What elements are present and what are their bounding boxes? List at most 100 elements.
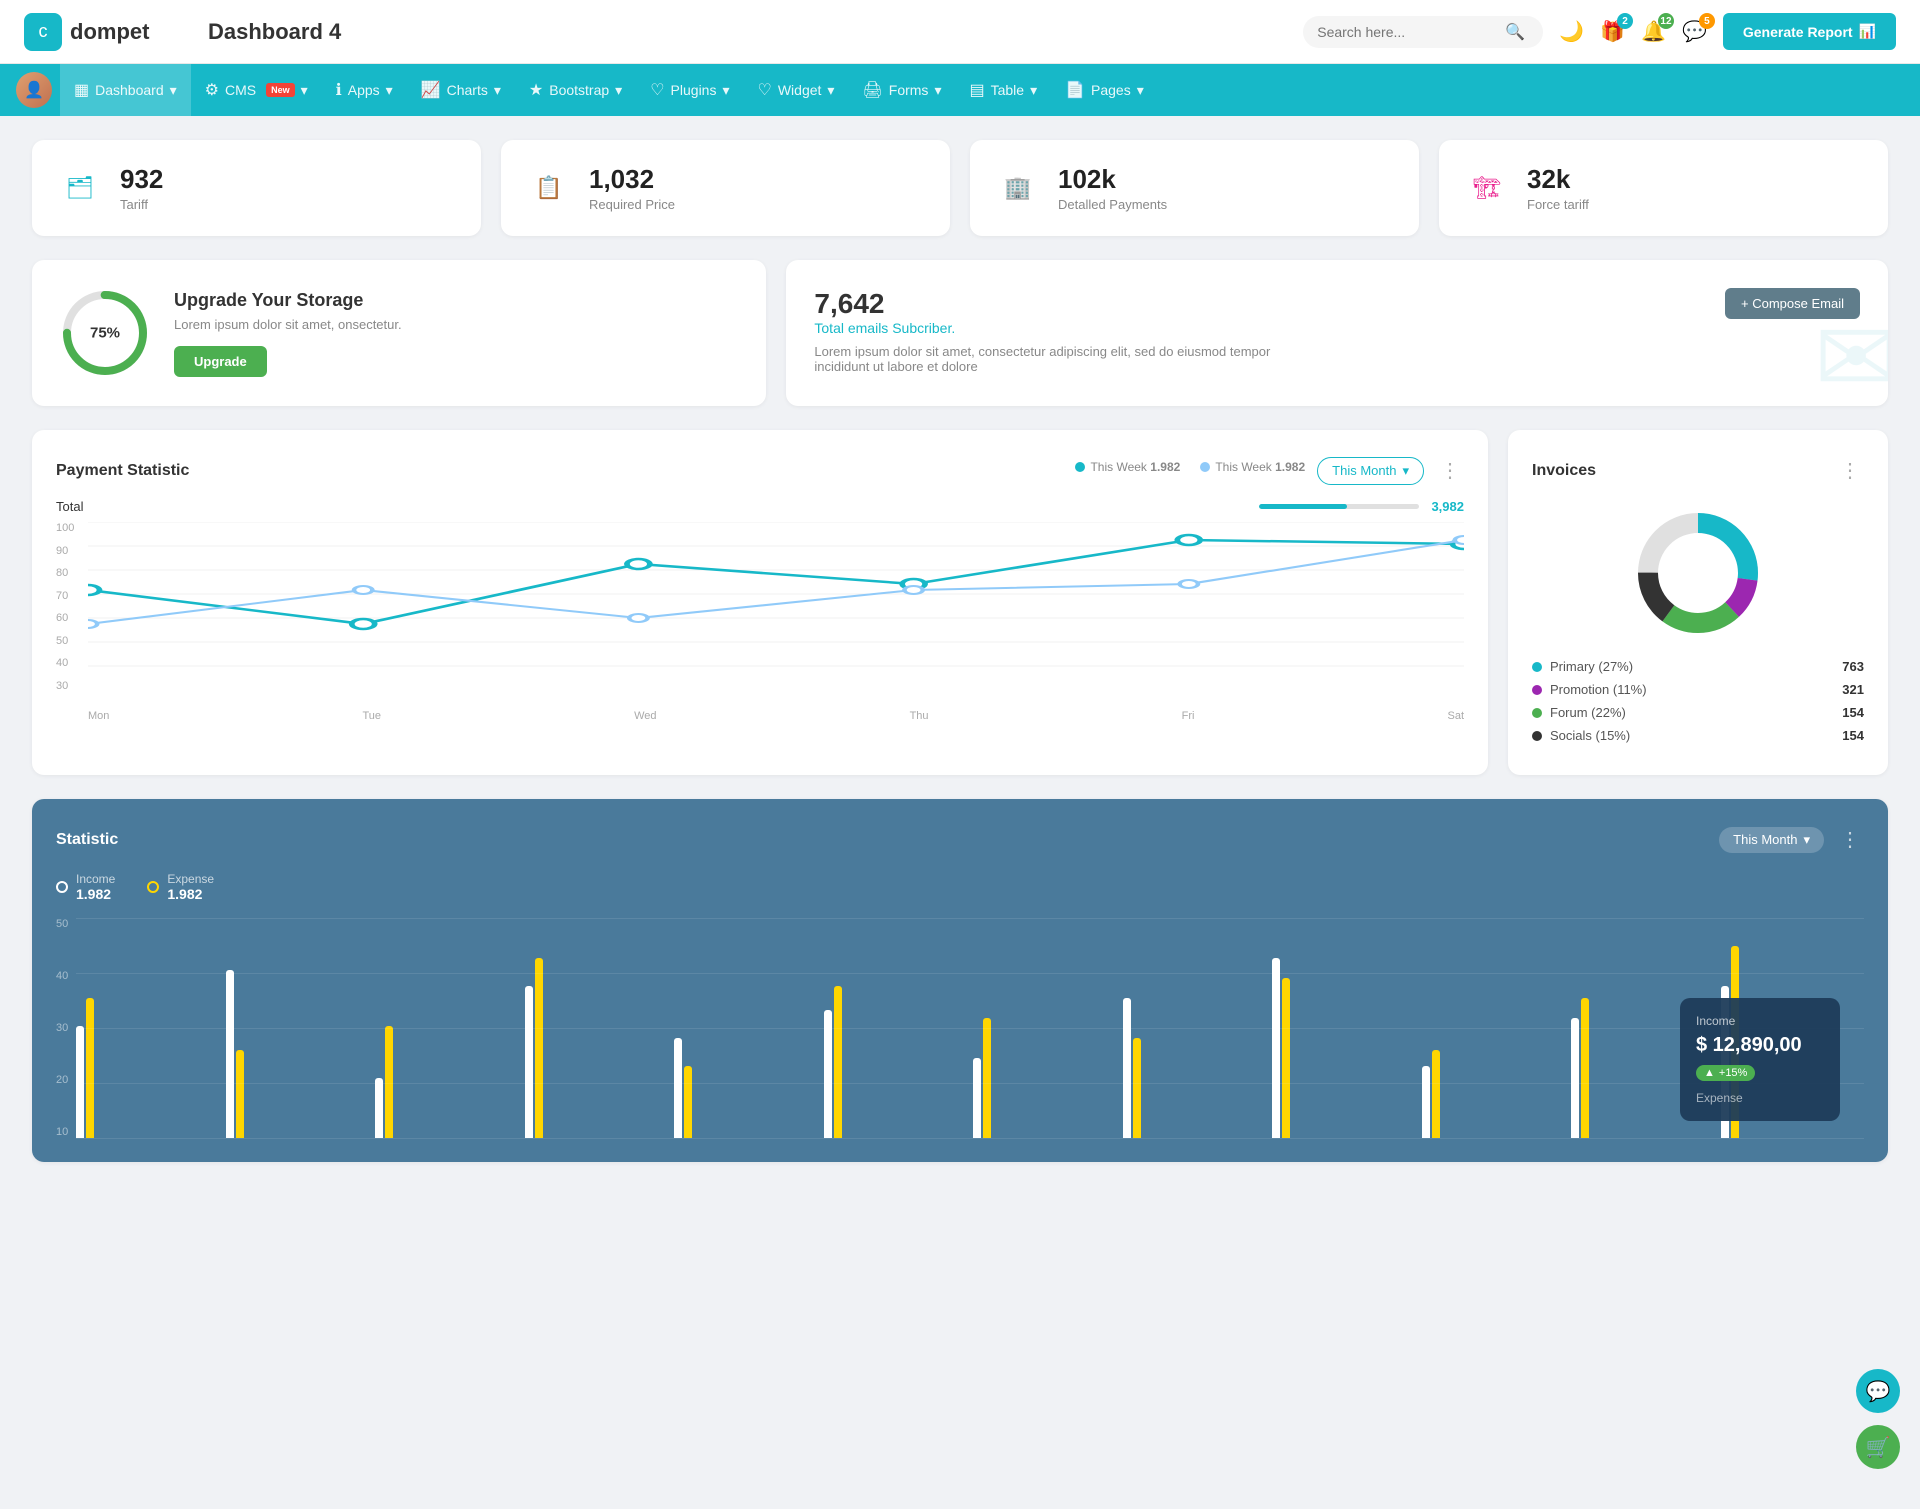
payment-header: Payment Statistic This Week 1.982 This W… <box>56 454 1464 487</box>
inv-dot-promotion <box>1532 685 1542 695</box>
nav-label-plugins: Plugins <box>671 82 717 98</box>
chevron-down-icon: ▾ <box>1137 82 1144 99</box>
nav-item-bootstrap[interactable]: ★ Bootstrap ▾ <box>515 64 636 116</box>
expense-legend-dot <box>147 881 159 893</box>
chevron-down-icon: ▾ <box>827 82 834 99</box>
legend-dot-2 <box>1200 462 1210 472</box>
statistic-month-button[interactable]: This Month ▾ <box>1719 827 1824 853</box>
bar-chart-wrapper: 50 40 30 20 10 <box>56 918 1864 1138</box>
nav-item-charts[interactable]: 📈 Charts ▾ <box>407 64 515 116</box>
theme-toggle-icon[interactable]: 🌙 <box>1559 19 1584 44</box>
payments-label: Detalled Payments <box>1058 197 1167 212</box>
bar-group-4 <box>525 958 668 1138</box>
bar-white-3 <box>375 1078 383 1138</box>
nav-label-cms: CMS <box>225 82 256 98</box>
logo-text: dompet <box>70 19 149 45</box>
bar-group-5 <box>674 1038 817 1138</box>
stat-info-required-price: 1,032 Required Price <box>589 164 675 212</box>
bar-y-labels: 50 40 30 20 10 <box>56 918 76 1138</box>
email-description: Lorem ipsum dolor sit amet, consectetur … <box>814 344 1294 374</box>
statistic-more-button[interactable]: ⋮ <box>1836 823 1864 856</box>
search-input[interactable] <box>1317 24 1497 40</box>
bar-yellow-7 <box>983 1018 991 1138</box>
support-fab-button[interactable]: 💬 <box>1856 1369 1900 1413</box>
storage-percent-label: 75% <box>90 325 120 342</box>
statistic-header: Statistic This Month ▾ ⋮ <box>56 823 1864 856</box>
bar-white-5 <box>674 1038 682 1138</box>
chevron-down-icon: ▾ <box>934 82 941 99</box>
income-legend-dot <box>56 881 68 893</box>
total-bar-fill <box>1259 504 1347 509</box>
bar-yellow-6 <box>834 986 842 1138</box>
nav-item-plugins[interactable]: ♡ Plugins ▾ <box>636 64 743 116</box>
income-panel-badge: ▲ +15% <box>1696 1065 1755 1081</box>
invoices-legend: Primary (27%) 763 Promotion (11%) 321 Fo… <box>1532 659 1864 743</box>
legend-item-1: This Week 1.982 <box>1075 460 1180 474</box>
page-title: Dashboard 4 <box>208 19 1303 45</box>
storage-card: 75% Upgrade Your Storage Lorem ipsum dol… <box>32 260 766 406</box>
bell-icon[interactable]: 🔔 12 <box>1641 19 1666 44</box>
tariff-label: Tariff <box>120 197 163 212</box>
email-count: 7,642 <box>814 288 1860 320</box>
bar-white-2 <box>226 970 234 1138</box>
gift-badge: 2 <box>1617 13 1633 29</box>
storage-progress: 75% <box>60 288 150 378</box>
total-row: Total 3,982 <box>56 499 1464 514</box>
force-tariff-value: 32k <box>1527 164 1589 195</box>
total-value: 3,982 <box>1431 499 1464 514</box>
payment-more-button[interactable]: ⋮ <box>1436 454 1464 487</box>
search-icon[interactable]: 🔍 <box>1505 22 1525 42</box>
nav-item-table[interactable]: ▤ Table ▾ <box>955 64 1051 116</box>
tariff-icon: 🗂 <box>56 164 104 212</box>
table-icon: ▤ <box>969 80 984 100</box>
apps-icon: ℹ <box>336 80 342 100</box>
cms-icon: ⚙ <box>205 80 219 100</box>
y-axis-labels: 100 90 80 70 60 50 40 30 <box>56 522 74 692</box>
invoices-card: Invoices ⋮ Primary (27%) 763 <box>1508 430 1888 775</box>
bar-yellow-11 <box>1581 998 1589 1138</box>
stat-info-tariff: 932 Tariff <box>120 164 163 212</box>
inv-dot-forum <box>1532 708 1542 718</box>
search-bar: 🔍 <box>1303 16 1543 48</box>
total-bar <box>1259 504 1419 509</box>
logo: c dompet <box>24 13 184 51</box>
email-bg-icon: ✉ <box>1814 299 1888 406</box>
upgrade-button[interactable]: Upgrade <box>174 346 267 377</box>
nav-item-apps[interactable]: ℹ Apps ▾ <box>322 64 407 116</box>
stat-info-force-tariff: 32k Force tariff <box>1527 164 1589 212</box>
bar-group-2 <box>226 970 369 1138</box>
nav-label-pages: Pages <box>1091 82 1131 98</box>
header-icons: 🌙 🎁 2 🔔 12 💬 5 <box>1559 19 1707 44</box>
storage-info: Upgrade Your Storage Lorem ipsum dolor s… <box>174 290 402 377</box>
plugins-icon: ♡ <box>650 80 664 100</box>
chevron-down-icon: ▾ <box>615 82 622 99</box>
nav-item-forms[interactable]: 🖨 Forms ▾ <box>848 64 955 116</box>
required-price-value: 1,032 <box>589 164 675 195</box>
nav-item-pages[interactable]: 📄 Pages ▾ <box>1051 64 1158 116</box>
nav-label-forms: Forms <box>889 82 929 98</box>
row3-grid: Payment Statistic This Week 1.982 This W… <box>32 430 1888 775</box>
invoices-more-button[interactable]: ⋮ <box>1836 454 1864 487</box>
invoices-title: Invoices <box>1532 462 1596 480</box>
expense-legend-item: Expense 1.982 <box>147 872 214 902</box>
stat-card-tariff: 🗂 932 Tariff <box>32 140 481 236</box>
force-tariff-label: Force tariff <box>1527 197 1589 212</box>
chevron-down-icon: ▾ <box>494 82 501 99</box>
bar-white-1 <box>76 1026 84 1138</box>
bar-white-11 <box>1571 1018 1579 1138</box>
invoices-header: Invoices ⋮ <box>1532 454 1864 487</box>
nav-item-widget[interactable]: ♡ Widget ▾ <box>744 64 849 116</box>
cart-fab-button[interactable]: 🛒 <box>1856 1425 1900 1469</box>
generate-report-button[interactable]: Generate Report 📊 <box>1723 13 1896 50</box>
chat-badge: 5 <box>1699 13 1715 29</box>
widget-icon: ♡ <box>758 80 772 100</box>
bar-white-8 <box>1123 998 1131 1138</box>
this-month-button[interactable]: This Month ▾ <box>1317 457 1424 485</box>
chat-icon[interactable]: 💬 5 <box>1682 19 1707 44</box>
nav-item-dashboard[interactable]: ▦ Dashboard ▾ <box>60 64 191 116</box>
inv-legend-forum: Forum (22%) 154 <box>1532 705 1864 720</box>
nav-item-cms[interactable]: ⚙ CMS New ▾ <box>191 64 322 116</box>
inv-legend-primary: Primary (27%) 763 <box>1532 659 1864 674</box>
inv-legend-socials: Socials (15%) 154 <box>1532 728 1864 743</box>
gift-icon[interactable]: 🎁 2 <box>1600 19 1625 44</box>
